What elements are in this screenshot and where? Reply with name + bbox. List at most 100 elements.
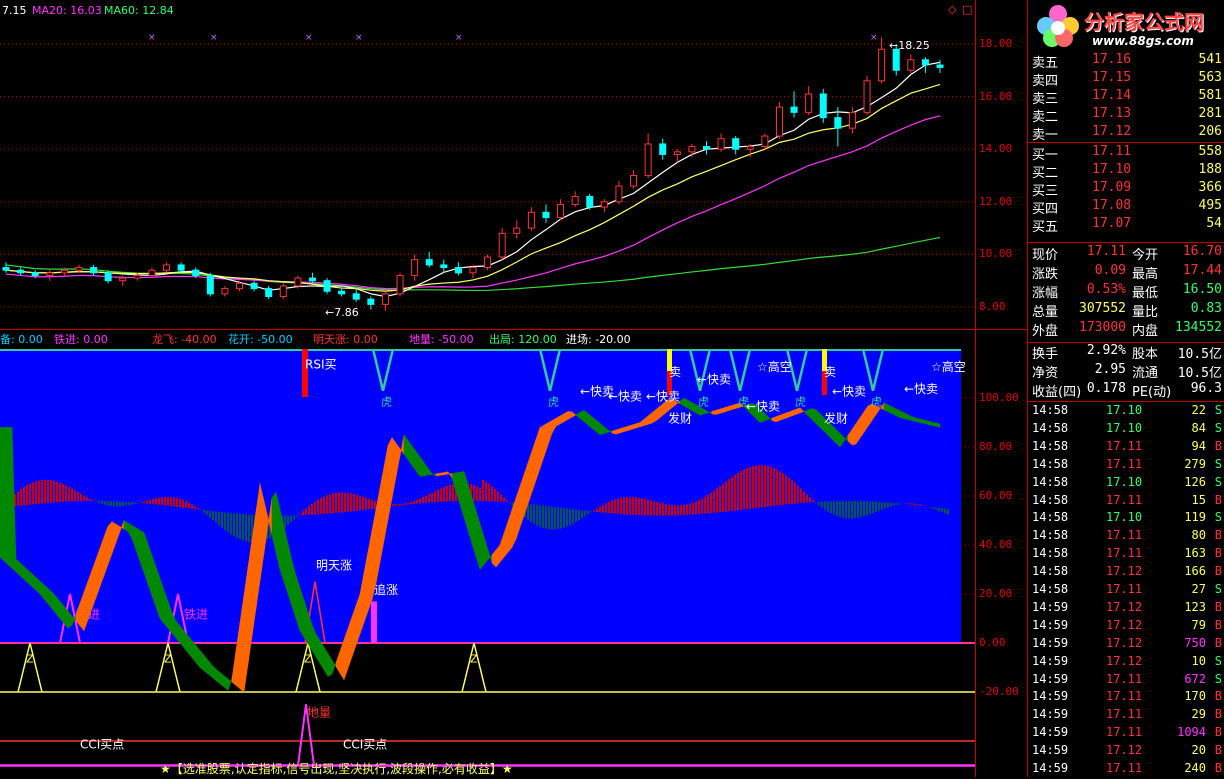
oscillator-band bbox=[779, 413, 785, 421]
candle-body bbox=[790, 106, 798, 113]
tick-row[interactable]: 14:58 17.12 166 B bbox=[1032, 564, 1224, 582]
order-label: 买五 bbox=[1032, 220, 1059, 235]
candle-body bbox=[17, 269, 25, 274]
brand-url: www.88gs.com bbox=[1092, 34, 1194, 48]
tick-row[interactable]: 14:58 17.10 84 S bbox=[1032, 421, 1224, 439]
oscillator-band bbox=[0, 427, 5, 562]
order-volume: 366 bbox=[1198, 180, 1222, 195]
ma60-line bbox=[5, 236, 941, 292]
candle-body bbox=[308, 277, 316, 282]
tick-price: 17.12 bbox=[1106, 617, 1143, 632]
tick-row[interactable]: 14:59 17.12 79 B bbox=[1032, 618, 1224, 636]
candle-body bbox=[469, 267, 477, 274]
oscillator-band bbox=[915, 417, 921, 423]
tick-row[interactable]: 14:59 17.11 672 S bbox=[1032, 672, 1224, 690]
chart-area[interactable]: × × × × × × ←18.25 ←7.86 7.15 MA20: 16.03 MA60: 1… bbox=[0, 0, 975, 777]
oscillator-band bbox=[795, 407, 801, 415]
oscillator-band bbox=[439, 472, 445, 476]
tick-row[interactable]: 14:58 17.11 163 B bbox=[1032, 546, 1224, 564]
tick-row[interactable]: 14:59 17.12 750 B bbox=[1032, 636, 1224, 654]
hu-label: 虎 bbox=[698, 395, 709, 408]
indicator-legend-item: 花开: -50.00 bbox=[228, 333, 293, 346]
tick-row[interactable]: 14:58 17.11 94 B bbox=[1032, 439, 1224, 457]
price-tick-label: 8.00 bbox=[979, 300, 1006, 313]
price-tick-label: 14.00 bbox=[979, 142, 1013, 156]
tick-price: 17.12 bbox=[1106, 653, 1143, 668]
price-tick-label: 10.00 bbox=[979, 247, 1013, 261]
tick-row[interactable]: 14:59 17.12 20 B bbox=[1032, 743, 1224, 761]
order-book: 卖五 17.16 541 卖四 17.15 563 卖三 17.14 581 卖二 17.13 281… bbox=[1028, 52, 1224, 242]
stat-value: 307552 bbox=[1079, 301, 1126, 316]
axis-divider bbox=[975, 0, 976, 777]
tick-row[interactable]: 14:58 17.11 279 S bbox=[1032, 457, 1224, 475]
order-book-row: 买二 17.10 188 bbox=[1032, 162, 1224, 181]
slogan-text: ★【选准股票,认定指标,信号出现,坚决执行,波段操作,必有收益】★ bbox=[160, 761, 513, 776]
tick-row[interactable]: 14:58 17.10 126 S bbox=[1032, 475, 1224, 493]
quick-sell-label: ←快卖 bbox=[832, 385, 866, 399]
candle-body bbox=[717, 138, 725, 150]
order-book-row: 卖三 17.14 581 bbox=[1032, 88, 1224, 107]
indicator-chart[interactable]: ZZZZ铁进铁进明天涨追涨地量CCI买点CCI买点虎虎虎虎虎虎RSI买卖卖←快卖… bbox=[0, 330, 975, 777]
tick-volume: 94 bbox=[1191, 438, 1206, 453]
tick-row[interactable]: 14:58 17.11 27 S bbox=[1032, 582, 1224, 600]
order-book-row: 买四 17.08 495 bbox=[1032, 198, 1224, 217]
order-price: 17.16 bbox=[1092, 52, 1132, 67]
tick-row[interactable]: 14:59 17.11 240 B bbox=[1032, 761, 1224, 779]
indicator-tick-label: 0.00 bbox=[979, 636, 1006, 649]
indicator-legend-item: 备: 0.00 bbox=[0, 333, 43, 346]
oscillator-band bbox=[443, 471, 449, 476]
tick-row[interactable]: 14:58 17.11 80 B bbox=[1032, 528, 1224, 546]
stats-row: 净资 2.95 流通 10.5亿 bbox=[1032, 362, 1224, 381]
oscillator-band bbox=[931, 421, 937, 427]
oscillator-band bbox=[935, 422, 941, 428]
zhuizhang-label: 追涨 bbox=[374, 582, 398, 597]
tick-row[interactable]: 14:59 17.11 170 B bbox=[1032, 689, 1224, 707]
tick-row[interactable]: 14:59 17.12 10 S bbox=[1032, 654, 1224, 672]
facai-label: 发财 bbox=[668, 411, 692, 426]
book-divider bbox=[1028, 142, 1224, 143]
marker-x: × bbox=[210, 33, 218, 43]
tick-price: 17.11 bbox=[1106, 725, 1143, 740]
price-tick-label: 12.00 bbox=[979, 194, 1013, 208]
tick-row[interactable]: 14:59 17.11 1094 B bbox=[1032, 725, 1224, 743]
z-label: Z bbox=[164, 653, 172, 666]
indicator-tick-label: 20.00 bbox=[979, 587, 1013, 600]
oscillator-band bbox=[335, 651, 341, 675]
candle-body bbox=[75, 267, 83, 271]
tick-side: B bbox=[1214, 599, 1222, 614]
gaokong-label: ☆高空 bbox=[931, 359, 966, 374]
candle-body bbox=[484, 256, 492, 269]
tick-side: B bbox=[1214, 438, 1222, 453]
oscillator-band bbox=[7, 427, 13, 569]
candle-body bbox=[703, 146, 710, 150]
order-label: 买四 bbox=[1032, 202, 1059, 217]
candle-body bbox=[557, 203, 565, 219]
diamond-icon[interactable]: ◇ bbox=[948, 3, 956, 16]
tick-price: 17.11 bbox=[1106, 546, 1143, 561]
stat-key: 净资 bbox=[1032, 366, 1059, 381]
price-chart[interactable]: × × × × × × ←18.25 ←7.86 bbox=[0, 0, 975, 330]
quick-sell-label: ←快卖 bbox=[608, 389, 642, 403]
oscillator-band bbox=[715, 408, 721, 415]
oscillator-band bbox=[727, 405, 733, 412]
brand-banner[interactable]: 分析家公式网 www.88gs.com bbox=[1028, 0, 1224, 52]
tick-side: B bbox=[1214, 546, 1222, 561]
tick-list[interactable]: 14:58 17.10 22 S 14:58 17.10 84 S 14:58 17.11 94 B 1… bbox=[1028, 403, 1224, 777]
tick-volume: 27 bbox=[1191, 582, 1206, 596]
restore-icon[interactable]: □ bbox=[962, 3, 972, 16]
stat-value: 2.95 bbox=[1094, 362, 1126, 377]
tick-price: 17.11 bbox=[1106, 528, 1143, 543]
tick-time: 14:58 bbox=[1032, 582, 1069, 596]
tick-row[interactable]: 14:59 17.11 29 B bbox=[1032, 707, 1224, 725]
tick-side: S bbox=[1214, 671, 1222, 686]
tick-side: B bbox=[1214, 617, 1222, 632]
tick-row[interactable]: 14:59 17.12 123 B bbox=[1032, 600, 1224, 618]
tick-row[interactable]: 14:58 17.10 119 S bbox=[1032, 510, 1224, 528]
stat-value: 17.44 bbox=[1182, 263, 1222, 278]
tick-volume: 22 bbox=[1191, 403, 1206, 417]
tick-row[interactable]: 14:58 17.11 15 B bbox=[1032, 493, 1224, 511]
tick-row[interactable]: 14:58 17.10 22 S bbox=[1032, 403, 1224, 421]
stat-value: 0.53% bbox=[1086, 282, 1126, 297]
marker-x: × bbox=[148, 33, 156, 43]
indicator-tick-label: 80.00 bbox=[979, 440, 1013, 453]
